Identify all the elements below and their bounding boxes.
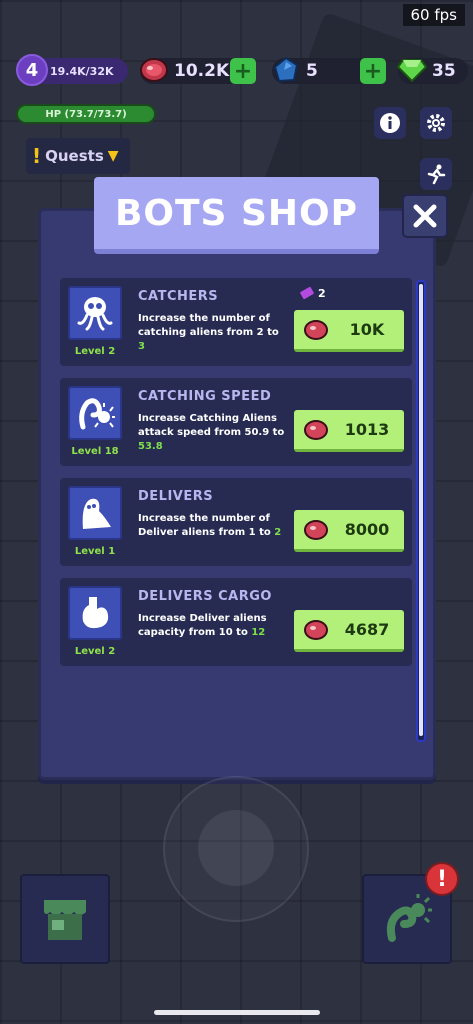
item-name: CATCHERS xyxy=(138,289,219,304)
run-button[interactable] xyxy=(420,158,452,190)
stomach-icon xyxy=(68,586,122,640)
item-price: 1013 xyxy=(344,420,390,439)
info-icon xyxy=(380,113,400,133)
item-level: Level 18 xyxy=(71,446,119,457)
buy-delivers-cargo-button[interactable]: 4687 xyxy=(294,610,404,652)
steak-icon xyxy=(304,520,328,540)
ticket-icon xyxy=(300,286,314,300)
exclamation-icon: ! xyxy=(32,144,42,168)
scrollbar-thumb[interactable] xyxy=(419,284,423,736)
spiked-tentacle-icon xyxy=(68,386,122,440)
gear-icon xyxy=(427,114,445,132)
steak-icon xyxy=(138,54,170,86)
blue-gem-icon xyxy=(270,54,302,86)
item-level: Level 1 xyxy=(74,546,116,557)
item-level: Level 2 xyxy=(74,646,116,657)
item-tag: 2 xyxy=(300,286,326,300)
buy-catchers-button[interactable]: 10K xyxy=(294,310,404,352)
item-name: DELIVERS CARGO xyxy=(138,589,272,604)
store-icon xyxy=(44,900,86,940)
quests-label: Quests xyxy=(45,147,104,165)
settings-button[interactable] xyxy=(420,107,452,139)
home-indicator[interactable] xyxy=(154,1010,320,1015)
quests-dropdown[interactable]: ! Quests ▼ xyxy=(26,138,130,174)
item-price: 8000 xyxy=(344,520,390,539)
shop-button[interactable] xyxy=(20,874,110,964)
item-name: DELIVERS xyxy=(138,489,214,504)
item-description: Increase Catching Aliens attack speed fr… xyxy=(138,413,285,452)
shop-scrollbar[interactable] xyxy=(416,280,426,742)
hp-bar: HP (73.7/73.7) xyxy=(16,104,156,124)
item-description: Increase the number of catching aliens f… xyxy=(138,313,279,352)
shop-item-delivers: Level 1 DELIVERS Increase the number of … xyxy=(60,478,412,566)
shop-item-catching-speed: Level 18 CATCHING SPEED Increase Catchin… xyxy=(60,378,412,466)
steak-icon xyxy=(304,620,328,640)
buy-catching-speed-button[interactable]: 1013 xyxy=(294,410,404,452)
ghost-alien-icon xyxy=(68,486,122,540)
buy-delivers-button[interactable]: 8000 xyxy=(294,510,404,552)
item-price: 10K xyxy=(349,320,385,339)
item-description: Increase the number of Deliver aliens fr… xyxy=(138,513,282,538)
close-icon xyxy=(411,202,439,230)
tentacle-icon xyxy=(386,894,432,942)
close-button[interactable] xyxy=(402,194,448,238)
player-level-badge: 4 xyxy=(16,54,48,86)
item-price: 4687 xyxy=(344,620,390,639)
skull-tentacle-icon xyxy=(68,286,122,340)
item-level: Level 2 xyxy=(74,346,116,357)
steak-icon xyxy=(304,320,328,340)
item-name: CATCHING SPEED xyxy=(138,389,272,404)
chevron-down-icon: ▼ xyxy=(107,148,119,164)
shop-item-list: Level 2 CATCHERS Increase the number of … xyxy=(60,278,412,678)
add-gems-button[interactable]: + xyxy=(360,58,386,84)
item-description: Increase Deliver aliens capacity from 10… xyxy=(138,613,267,638)
add-meat-button[interactable]: + xyxy=(230,58,256,84)
notification-badge: ! xyxy=(425,862,459,896)
fps-counter: 60 fps xyxy=(402,4,465,26)
emerald-icon xyxy=(396,54,428,86)
steak-icon xyxy=(304,420,328,440)
running-man-icon xyxy=(427,164,446,185)
shop-item-catchers: Level 2 CATCHERS Increase the number of … xyxy=(60,278,412,366)
shop-item-delivers-cargo: Level 2 DELIVERS CARGO Increase Deliver … xyxy=(60,578,412,666)
shop-title: BOTS SHOP xyxy=(114,192,359,234)
joystick-knob[interactable] xyxy=(198,810,274,886)
shop-title-banner: BOTS SHOP xyxy=(94,177,379,254)
info-button[interactable] xyxy=(374,107,406,139)
